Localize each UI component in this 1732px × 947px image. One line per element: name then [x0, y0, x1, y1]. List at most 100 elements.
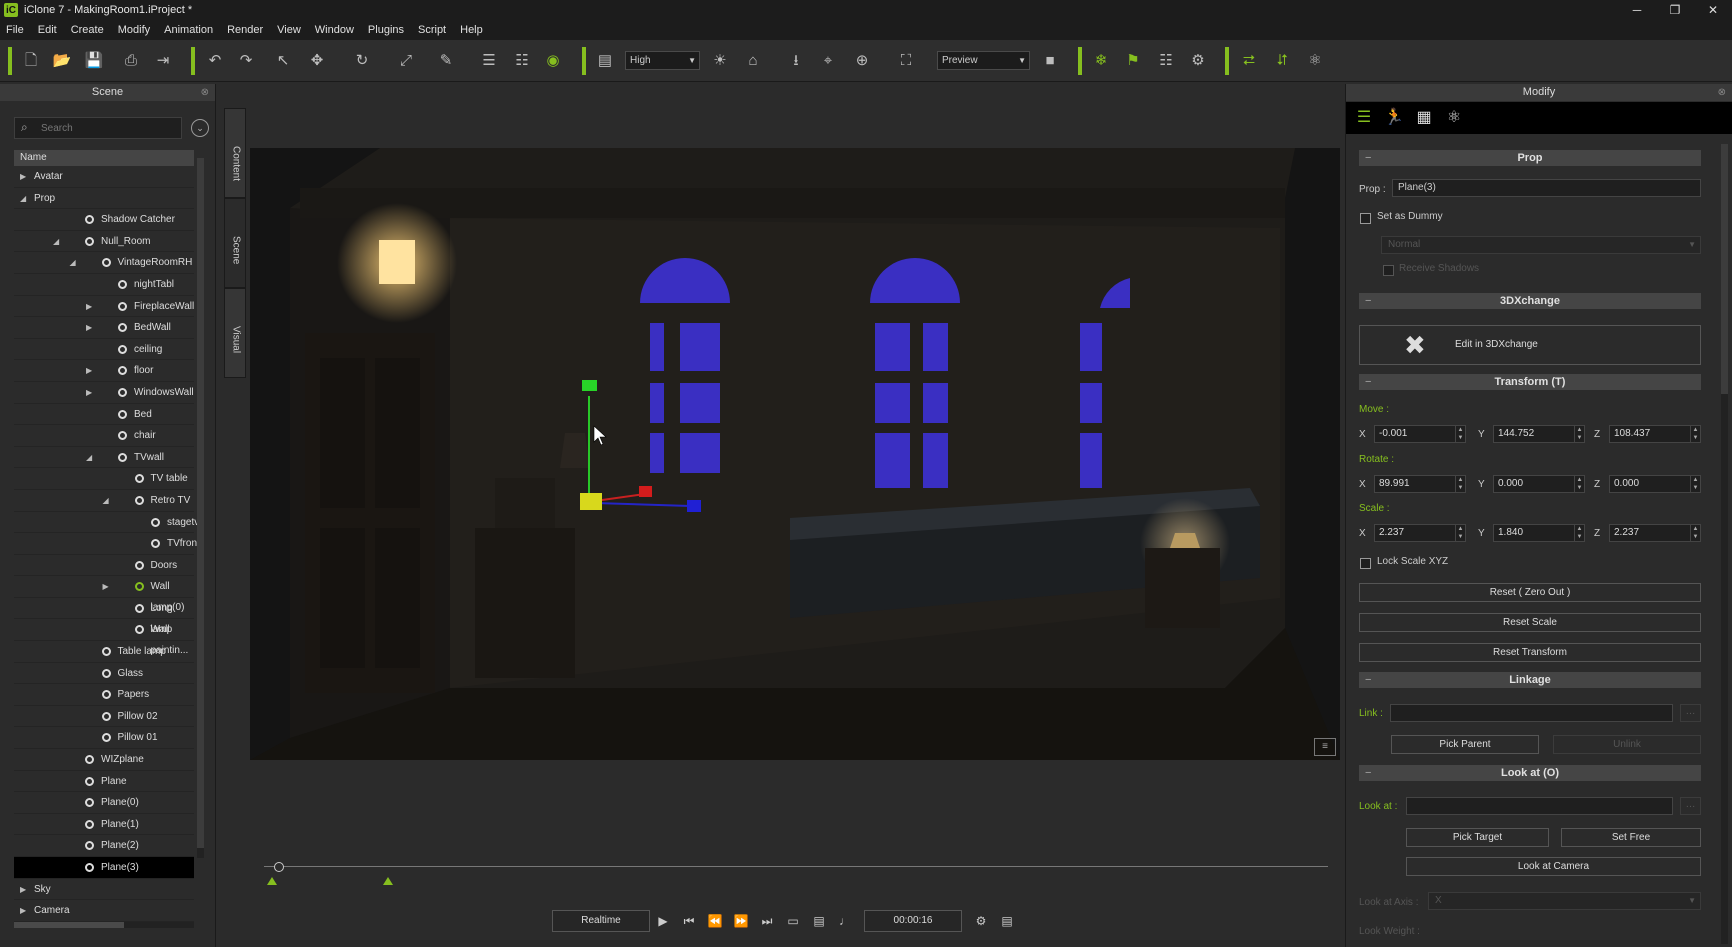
timeline-start-marker[interactable] [267, 877, 277, 885]
reset-transform-button[interactable]: Reset Transform [1359, 643, 1701, 662]
edit-pen-icon[interactable]: ✎ [435, 50, 457, 72]
spinner-arrows-icon[interactable]: ▲ ▼ [1690, 426, 1700, 442]
menu-animation[interactable]: Animation [164, 24, 213, 36]
expand-arrow-icon[interactable]: ▶ [86, 317, 92, 338]
layout-icon[interactable]: ▤ [594, 50, 616, 72]
menu-modify[interactable]: Modify [118, 24, 150, 36]
tree-row[interactable]: WIZplane [14, 749, 194, 771]
transform-section-header[interactable]: − Transform (T) [1359, 374, 1701, 390]
tree-row[interactable]: Glass [14, 663, 194, 685]
tree-row[interactable]: ◢ TVwall [14, 447, 194, 469]
prop-name-field[interactable]: Plane(3) [1392, 179, 1701, 197]
scrollbar-thumb[interactable] [14, 922, 124, 928]
menu-create[interactable]: Create [71, 24, 104, 36]
fit-icon[interactable]: ⭳ [785, 50, 807, 72]
tree-row[interactable]: TV table [14, 468, 194, 490]
collapse-arrow-icon[interactable]: ◢ [70, 252, 76, 273]
rotate-x-field[interactable]: 89.991 ▲ ▼ [1374, 475, 1466, 493]
timeline-track[interactable] [264, 866, 1328, 867]
restore-icon[interactable]: ❐ [1656, 0, 1694, 20]
reset-scale-button[interactable]: Reset Scale [1359, 613, 1701, 632]
tree-row[interactable]: Plane(2) [14, 835, 194, 857]
open-folder-icon[interactable]: 📂 [51, 50, 73, 72]
collapse-arrow-icon[interactable]: ◢ [20, 188, 26, 209]
tree-row[interactable]: ▶ Avatar [14, 166, 194, 188]
scrollbar-thumb[interactable] [1721, 144, 1728, 394]
move-y-field[interactable]: 144.752 ▲ ▼ [1493, 425, 1585, 443]
tree-row[interactable]: Papers [14, 684, 194, 706]
menu-window[interactable]: Window [315, 24, 354, 36]
look-at-section-header[interactable]: − Look at (O) [1359, 765, 1701, 781]
expand-arrow-icon[interactable]: ▶ [86, 296, 92, 317]
pick-target-button[interactable]: Pick Target [1406, 828, 1549, 847]
frame-selection-icon[interactable]: ⌖ [817, 50, 839, 72]
play-icon[interactable]: ▶ [650, 910, 676, 932]
edit-in-3dxchange-button[interactable]: ✖ Edit in 3DXchange [1359, 325, 1701, 365]
look-at-field[interactable] [1406, 797, 1673, 815]
molecule-icon[interactable]: ⚛ [1304, 50, 1326, 72]
tree-row[interactable]: Wall paintin... [14, 619, 194, 656]
select-icon[interactable]: ↖ [272, 50, 294, 72]
tree-row[interactable]: ▶ Sky [14, 879, 194, 901]
menu-edit[interactable]: Edit [38, 24, 57, 36]
menu-script[interactable]: Script [418, 24, 446, 36]
render-mode-select[interactable]: Preview ▼ [937, 51, 1030, 70]
menu-view[interactable]: View [277, 24, 301, 36]
close-icon[interactable]: ✕ [1694, 0, 1732, 20]
collapse-arrow-icon[interactable]: ◢ [86, 447, 92, 468]
tree-row[interactable]: ▶ floor [14, 360, 194, 382]
distribute-icon[interactable]: ☷ [511, 50, 533, 72]
scale-y-field[interactable]: 1.840 ▲ ▼ [1493, 524, 1585, 542]
tree-row[interactable]: Plane(3) [14, 857, 194, 879]
search-input[interactable] [41, 120, 177, 136]
tab-motion-icon[interactable]: 🏃 [1382, 107, 1406, 129]
menu-file[interactable]: File [6, 24, 24, 36]
motion-pose-icon[interactable]: ❄ [1090, 50, 1112, 72]
save-icon[interactable]: 💾 [83, 50, 105, 72]
lock-scale-xyz-checkbox[interactable] [1360, 558, 1371, 569]
move-z-field[interactable]: 108.437 ▲ ▼ [1609, 425, 1701, 443]
camera-target-icon[interactable]: ⊕ [851, 50, 873, 72]
menu-render[interactable]: Render [227, 24, 263, 36]
quality-select[interactable]: High ▼ [625, 51, 700, 70]
close-icon[interactable]: ⊗ [1718, 84, 1726, 101]
skip-start-icon[interactable]: ⏮ [676, 910, 702, 932]
tree-horizontal-scrollbar[interactable] [14, 922, 194, 928]
tab-properties-sliders-icon[interactable]: ☰ [1352, 107, 1376, 129]
scale-z-field[interactable]: 2.237 ▲ ▼ [1609, 524, 1701, 542]
spinner-arrows-icon[interactable]: ▲ ▼ [1455, 476, 1465, 492]
visibility-eye-icon[interactable]: ◉ [542, 50, 564, 72]
prop-section-header[interactable]: − Prop [1359, 150, 1701, 166]
redo-icon[interactable]: ↷ [235, 50, 257, 72]
realtime-button[interactable]: Realtime [552, 910, 650, 932]
node-link-icon[interactable]: ⮂ [1238, 50, 1260, 72]
home-icon[interactable]: ⌂ [742, 50, 764, 72]
rotate-icon[interactable]: ↻ [351, 50, 373, 72]
link-browse-button[interactable]: … [1680, 704, 1701, 722]
tree-row[interactable]: chair [14, 425, 194, 447]
tree-row[interactable]: Pillow 02 [14, 706, 194, 728]
tree-row[interactable]: ▶ Camera [14, 900, 194, 922]
tree-row[interactable]: Bed [14, 404, 194, 426]
move-x-field[interactable]: -0.001 ▲ ▼ [1374, 425, 1466, 443]
reset-zero-out-button[interactable]: Reset ( Zero Out ) [1359, 583, 1701, 602]
align-icon[interactable]: ☰ [478, 50, 500, 72]
export-icon[interactable]: ⇥ [152, 50, 174, 72]
tab-visual[interactable]: Visual [224, 288, 246, 378]
tree-row[interactable]: Doors [14, 555, 194, 577]
loop-icon[interactable]: ▭ [780, 910, 806, 932]
scale-x-field[interactable]: 2.237 ▲ ▼ [1374, 524, 1466, 542]
tab-content[interactable]: Content [224, 108, 246, 198]
menu-plugins[interactable]: Plugins [368, 24, 404, 36]
filter-icon[interactable]: ⌄ [191, 119, 209, 137]
time-display[interactable]: 00:00:16 [864, 910, 962, 932]
set-free-button[interactable]: Set Free [1561, 828, 1701, 847]
menu-help[interactable]: Help [460, 24, 483, 36]
collapse-arrow-icon[interactable]: ◢ [53, 231, 59, 252]
spinner-arrows-icon[interactable]: ▲ ▼ [1690, 476, 1700, 492]
modify-panel-scrollbar[interactable] [1721, 144, 1728, 944]
flag-icon[interactable]: ⚑ [1122, 50, 1144, 72]
timeline-toggle-icon[interactable]: ▤ [994, 910, 1020, 932]
expand-arrow-icon[interactable]: ▶ [20, 900, 26, 921]
timeline-playhead[interactable] [274, 862, 284, 872]
